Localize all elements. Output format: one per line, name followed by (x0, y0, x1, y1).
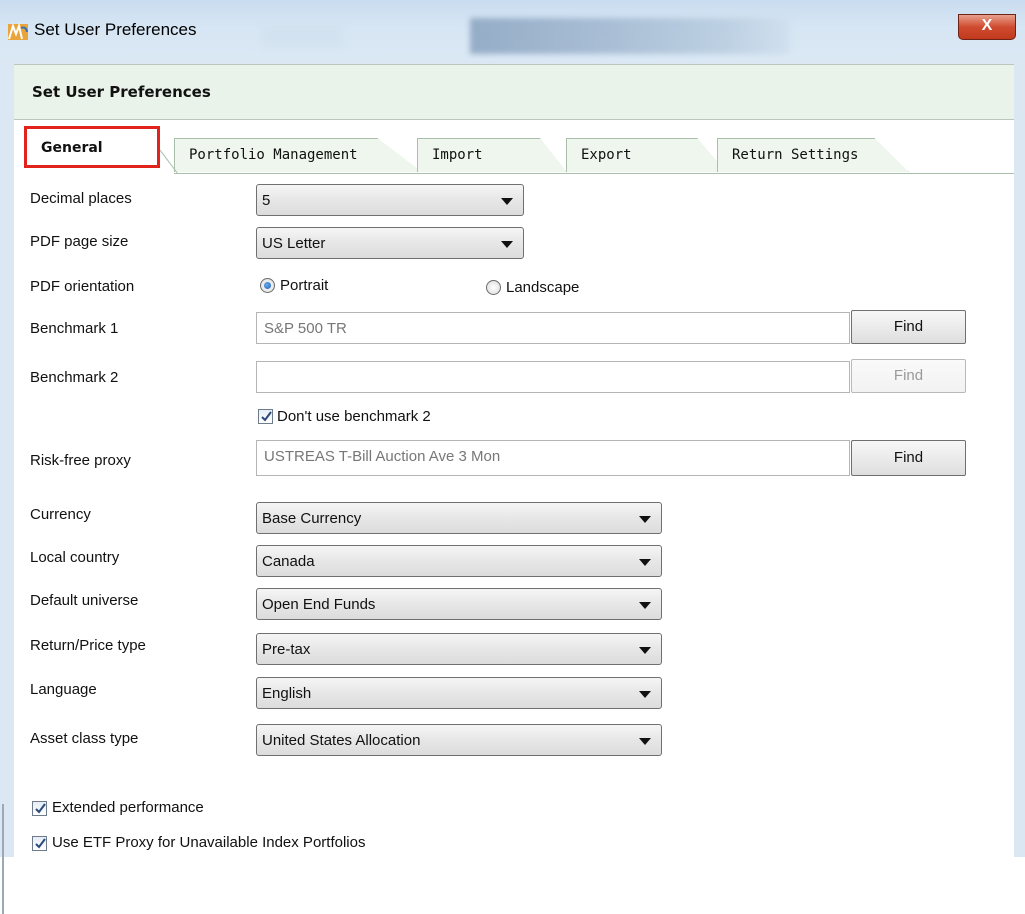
risk-free-proxy-field[interactable]: USTREAS T-Bill Auction Ave 3 Mon (256, 440, 850, 476)
dont-use-benchmark2-label: Don't use benchmark 2 (277, 408, 431, 425)
tab-return-settings[interactable]: Return Settings (717, 138, 909, 172)
return-price-type-dropdown[interactable]: Pre-tax (256, 633, 662, 665)
pdf-orientation-label: PDF orientation (30, 278, 135, 295)
title-bar: Set User Preferences X (0, 0, 1025, 64)
chevron-down-icon (639, 559, 651, 566)
checkmark-icon (35, 803, 46, 814)
tab-import[interactable]: Import (417, 138, 567, 172)
pdf-page-size-label: PDF page size (30, 233, 129, 250)
close-button[interactable]: X (958, 14, 1016, 40)
tab-general[interactable]: General (24, 126, 160, 168)
tab-edge (160, 150, 179, 174)
local-country-dropdown[interactable]: Canada (256, 545, 662, 577)
risk-free-proxy-find-button[interactable]: Find (851, 440, 966, 476)
currency-label: Currency (30, 506, 91, 523)
tab-baseline (174, 173, 1014, 174)
extended-performance-checkbox[interactable] (32, 801, 47, 816)
app-logo-icon (8, 22, 28, 40)
language-dropdown[interactable]: English (256, 677, 662, 709)
chevron-down-icon (639, 738, 651, 745)
pdf-page-size-dropdown[interactable]: US Letter (256, 227, 524, 259)
asset-class-type-label: Asset class type (30, 730, 139, 747)
dropdown-value: Canada (262, 553, 315, 570)
dont-use-benchmark2-checkbox[interactable] (258, 409, 273, 424)
tab-label: General (41, 140, 103, 156)
tab-label: Portfolio Management (189, 147, 358, 163)
tab-label: Import (432, 147, 483, 163)
checkmark-icon (261, 411, 272, 422)
decimal-places-label: Decimal places (30, 190, 132, 207)
checkmark-icon (35, 838, 46, 849)
portrait-label: Portrait (280, 277, 329, 294)
benchmark1-label: Benchmark 1 (30, 320, 119, 337)
dropdown-value: Open End Funds (262, 596, 376, 613)
use-etf-proxy-label: Use ETF Proxy for Unavailable Index Port… (52, 834, 366, 851)
tab-export[interactable]: Export (566, 138, 726, 172)
use-etf-proxy-checkbox[interactable] (32, 836, 47, 851)
dropdown-value: United States Allocation (262, 732, 421, 749)
benchmark2-find-button[interactable]: Find (851, 359, 966, 393)
local-country-label: Local country (30, 549, 120, 566)
tab-label: Export (581, 147, 632, 163)
benchmark2-label: Benchmark 2 (30, 369, 119, 386)
extended-performance-label: Extended performance (52, 799, 204, 816)
blurred-region (470, 18, 790, 54)
dialog-title: Set User Preferences (32, 83, 211, 101)
tab-portfolio-management[interactable]: Portfolio Management (174, 138, 422, 172)
chevron-down-icon (639, 516, 651, 523)
preferences-dialog: Set User Preferences Portfolio Managemen… (14, 64, 1014, 857)
field-value: S&P 500 TR (264, 320, 347, 337)
currency-dropdown[interactable]: Base Currency (256, 502, 662, 534)
frame-mark (2, 804, 4, 914)
default-universe-dropdown[interactable]: Open End Funds (256, 588, 662, 620)
chevron-down-icon (501, 241, 513, 248)
dropdown-value: 5 (262, 192, 271, 209)
window-frame-left (0, 64, 14, 914)
risk-free-proxy-label: Risk-free proxy (30, 452, 131, 469)
chevron-down-icon (501, 198, 513, 205)
benchmark2-field[interactable] (256, 361, 850, 393)
benchmark1-find-button[interactable]: Find (851, 310, 966, 344)
dialog-header: Set User Preferences (14, 64, 1014, 120)
dropdown-value: Base Currency (262, 510, 362, 527)
chevron-down-icon (639, 602, 651, 609)
asset-class-type-dropdown[interactable]: United States Allocation (256, 724, 662, 756)
landscape-radio[interactable] (486, 280, 501, 295)
field-value: USTREAS T-Bill Auction Ave 3 Mon (264, 448, 501, 465)
dropdown-value: English (262, 685, 312, 702)
return-price-type-label: Return/Price type (30, 637, 146, 654)
language-label: Language (30, 681, 97, 698)
blurred-region (262, 24, 342, 46)
window-frame-right (1014, 64, 1025, 857)
portrait-radio[interactable] (260, 278, 275, 293)
landscape-label: Landscape (506, 279, 580, 296)
default-universe-label: Default universe (30, 592, 139, 609)
chevron-down-icon (639, 647, 651, 654)
dropdown-value: US Letter (262, 235, 326, 252)
chevron-down-icon (639, 691, 651, 698)
tab-label: Return Settings (732, 147, 859, 163)
dropdown-value: Pre-tax (262, 641, 311, 658)
decimal-places-dropdown[interactable]: 5 (256, 184, 524, 216)
window-title: Set User Preferences (34, 20, 197, 39)
benchmark1-field[interactable]: S&P 500 TR (256, 312, 850, 344)
